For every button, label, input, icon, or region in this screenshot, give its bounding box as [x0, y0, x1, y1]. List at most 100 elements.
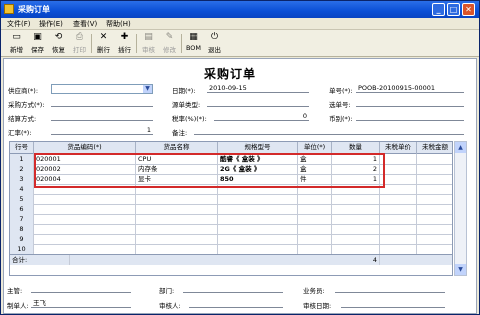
maximize-button[interactable]: □ — [447, 3, 460, 16]
cell-qty[interactable] — [332, 204, 380, 214]
cell-unit-price[interactable] — [380, 244, 417, 254]
order-no-field[interactable]: POOB-20100915-00001 — [356, 84, 464, 93]
settlement-label: 结算方式: — [8, 115, 37, 123]
cell-amount[interactable] — [417, 164, 452, 174]
cell-qty[interactable] — [332, 224, 380, 234]
cell-qty[interactable] — [332, 234, 380, 244]
scroll-down-icon[interactable]: ▼ — [455, 264, 466, 275]
department-field[interactable] — [183, 284, 283, 293]
exit-button[interactable]: ⏻ 退出 — [205, 32, 224, 55]
remark-field[interactable] — [194, 126, 464, 135]
cell-code[interactable] — [34, 204, 136, 214]
delete-row-button[interactable]: ✕ 删行 — [94, 32, 113, 55]
cell-unit-price[interactable] — [380, 204, 417, 214]
cell-unit-price[interactable] — [380, 194, 417, 204]
cell-unit-price[interactable] — [380, 234, 417, 244]
cell-unit-price[interactable] — [380, 164, 417, 174]
cell-amount[interactable] — [417, 224, 452, 234]
cell-unit-price[interactable] — [380, 184, 417, 194]
toolbar-separator — [181, 34, 182, 53]
cell-amount[interactable] — [417, 184, 452, 194]
edit-button[interactable]: ✎ 修改 — [160, 32, 179, 55]
print-button[interactable]: ⎙ 打印 — [70, 32, 89, 55]
cell-unit[interactable] — [298, 234, 332, 244]
page-title: 采购订单 — [204, 67, 257, 81]
menu-bar: 文件(F) 操作(E) 查看(V) 帮助(H) — [1, 18, 479, 30]
toolbar: ▭ 新增 ▣ 保存 ⟲ 恢复 ⎙ 打印 ✕ 删行 ✚ 插行 ▤ 审核 ✎ 修改 … — [1, 30, 479, 57]
settlement-field[interactable] — [51, 112, 153, 121]
cell-name[interactable] — [136, 224, 218, 234]
cell-name[interactable] — [136, 244, 218, 254]
save-button[interactable]: ▣ 保存 — [28, 32, 47, 55]
cell-amount[interactable] — [417, 194, 452, 204]
cell-unit-price[interactable] — [380, 154, 417, 164]
cell-name[interactable] — [136, 234, 218, 244]
cell-qty[interactable] — [332, 244, 380, 254]
currency-field[interactable] — [356, 112, 464, 121]
cell-qty[interactable] — [332, 194, 380, 204]
cell-spec[interactable] — [218, 244, 298, 254]
minimize-button[interactable]: _ — [432, 3, 445, 16]
new-button[interactable]: ▭ 新增 — [7, 32, 26, 55]
menu-view[interactable]: 查看(V) — [73, 19, 97, 29]
maker-field[interactable]: 王飞 — [31, 299, 131, 308]
exchange-rate-field[interactable]: 1 — [51, 126, 153, 135]
date-field[interactable]: 2010-09-15 — [207, 84, 309, 93]
cell-unit[interactable] — [298, 204, 332, 214]
supplier-combo[interactable]: ▼ — [51, 84, 153, 94]
cell-amount[interactable] — [417, 214, 452, 224]
reviewer-label: 审核人: — [159, 302, 181, 310]
cell-amount[interactable] — [417, 234, 452, 244]
cell-unit-price[interactable] — [380, 214, 417, 224]
source-type-field[interactable] — [207, 98, 309, 107]
cell-amount[interactable] — [417, 174, 452, 184]
menu-help[interactable]: 帮助(H) — [106, 19, 131, 29]
cell-spec[interactable] — [218, 204, 298, 214]
cell-amount[interactable] — [417, 154, 452, 164]
menu-file[interactable]: 文件(F) — [7, 19, 31, 29]
approve-button[interactable]: ▤ 审核 — [139, 32, 158, 55]
cell-spec[interactable] — [218, 214, 298, 224]
vertical-scrollbar[interactable]: ▲ ▼ — [454, 141, 467, 276]
restore-button[interactable]: ⟲ 恢复 — [49, 32, 68, 55]
salesperson-field[interactable] — [335, 284, 445, 293]
cell-unit-price[interactable] — [380, 174, 417, 184]
cell-code[interactable] — [34, 224, 136, 234]
cell-spec[interactable] — [218, 194, 298, 204]
row-number: 4 — [10, 184, 34, 194]
edit-icon: ✎ — [165, 32, 174, 42]
purchase-method-field[interactable] — [51, 98, 153, 107]
cell-spec[interactable] — [218, 234, 298, 244]
cell-amount[interactable] — [417, 244, 452, 254]
cell-name[interactable] — [136, 214, 218, 224]
reviewer-field[interactable] — [189, 299, 283, 308]
source-no-field[interactable] — [356, 98, 464, 107]
cell-unit[interactable] — [298, 244, 332, 254]
bom-button[interactable]: ▦ BOM — [184, 32, 203, 55]
col-header-line-no: 行号 — [10, 142, 34, 154]
cell-code[interactable] — [34, 214, 136, 224]
supervisor-field[interactable] — [31, 284, 131, 293]
cell-code[interactable] — [34, 244, 136, 254]
cell-unit[interactable] — [298, 214, 332, 224]
cell-code[interactable] — [34, 234, 136, 244]
cell-spec[interactable] — [218, 224, 298, 234]
cell-unit[interactable] — [298, 224, 332, 234]
tax-rate-field[interactable]: 0 — [214, 112, 309, 121]
menu-operate[interactable]: 操作(E) — [39, 19, 63, 29]
cell-code[interactable] — [34, 194, 136, 204]
scroll-up-icon[interactable]: ▲ — [455, 142, 466, 153]
cell-unit[interactable] — [298, 194, 332, 204]
cell-qty[interactable] — [332, 214, 380, 224]
title-bar[interactable]: 采购订单 _ □ ✕ — [1, 1, 479, 18]
supplier-label: 供应商(*): — [8, 87, 39, 95]
cell-amount[interactable] — [417, 204, 452, 214]
insert-row-button[interactable]: ✚ 插行 — [115, 32, 134, 55]
close-button[interactable]: ✕ — [462, 3, 475, 16]
cell-unit-price[interactable] — [380, 224, 417, 234]
col-header-unit-price: 未税单价 — [380, 142, 417, 154]
review-date-field[interactable] — [341, 299, 445, 308]
cell-name[interactable] — [136, 204, 218, 214]
cell-name[interactable] — [136, 194, 218, 204]
chevron-down-icon[interactable]: ▼ — [143, 85, 152, 93]
